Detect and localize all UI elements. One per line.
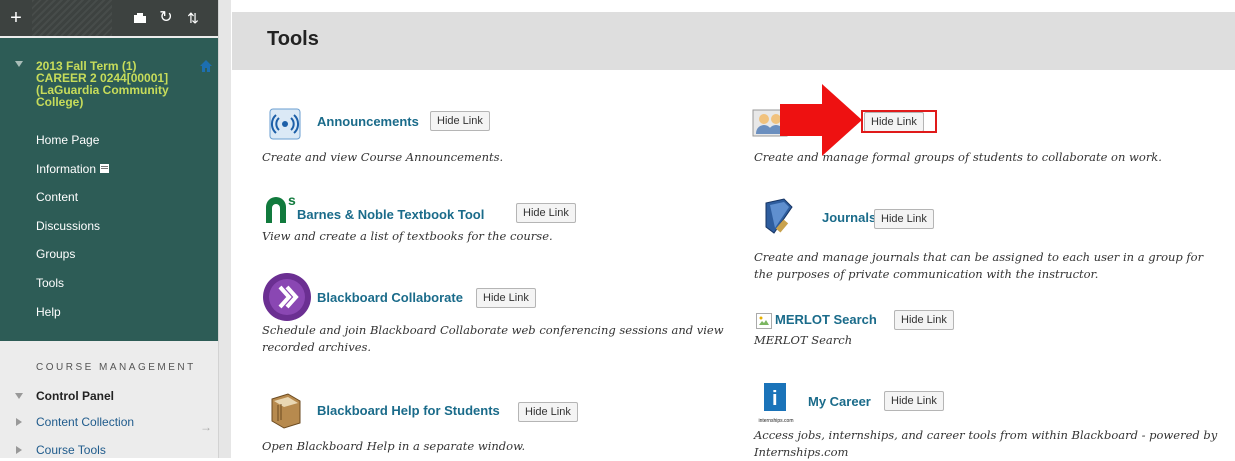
highlight-box	[861, 110, 937, 133]
help-book-icon[interactable]	[266, 391, 304, 434]
collaborate-link[interactable]: Blackboard Collaborate	[317, 290, 463, 305]
tool-description: Create and view Course Announcements.	[262, 150, 504, 164]
journals-link[interactable]: Journals	[822, 210, 876, 225]
barnes-noble-icon[interactable]: s	[262, 192, 298, 230]
expand-icon[interactable]	[15, 393, 23, 399]
add-icon[interactable]: +	[0, 0, 32, 36]
my-career-icon-caption: internships.com	[758, 418, 794, 424]
collapse-icon[interactable]	[15, 61, 23, 67]
content-folder-icon	[99, 163, 111, 174]
sidebar-item-help[interactable]: Help	[36, 304, 61, 320]
refresh-icon[interactable]: ↻	[153, 0, 179, 36]
tool-description: Open Blackboard Help in a separate windo…	[262, 439, 526, 453]
help-link[interactable]: Blackboard Help for Students	[317, 403, 500, 418]
svg-text:i: i	[772, 388, 778, 410]
course-title[interactable]: 2013 Fall Term (1) CAREER 2 0244[00001] …	[36, 60, 186, 108]
tool-description: Create and manage journals that can be a…	[754, 250, 1204, 281]
sidebar-item-label: Information	[36, 162, 97, 176]
hide-link-button[interactable]: Hide Link	[516, 203, 576, 223]
tool-description: Schedule and join Blackboard Collaborate…	[262, 323, 724, 354]
sort-icon[interactable]: ⇅	[179, 0, 207, 36]
sidebar-item-content[interactable]: Content	[36, 189, 78, 205]
sidebar-item-discussions[interactable]: Discussions	[36, 218, 100, 234]
hide-link-button[interactable]: Hide Link	[884, 391, 944, 411]
toolbar-pattern	[32, 0, 112, 36]
hide-link-button[interactable]: Hide Link	[874, 209, 934, 229]
sidebar-toolbar: + ↻ ⇅	[0, 0, 218, 36]
expand-icon[interactable]	[16, 418, 22, 426]
content-collection-link[interactable]: Content Collection	[36, 415, 134, 429]
broken-image-icon[interactable]	[756, 313, 772, 334]
hide-link-button[interactable]: Hide Link	[430, 111, 490, 131]
expand-icon[interactable]	[16, 446, 22, 454]
collaborate-icon[interactable]	[262, 272, 312, 327]
home-icon[interactable]	[199, 59, 213, 73]
folder-icon[interactable]	[127, 0, 153, 36]
merlot-search-link[interactable]: MERLOT Search	[775, 312, 877, 327]
announcement-icon[interactable]	[268, 107, 302, 146]
tool-description: Create and manage formal groups of stude…	[754, 150, 1162, 164]
sidebar-item-information[interactable]: Information	[36, 161, 111, 177]
tool-description: View and create a list of textbooks for …	[262, 229, 553, 243]
barnes-noble-link[interactable]: Barnes & Noble Textbook Tool	[297, 207, 484, 222]
arrow-right-icon: →	[200, 420, 212, 434]
announcements-link[interactable]: Announcements	[317, 114, 419, 129]
control-panel[interactable]: Control Panel	[36, 389, 114, 403]
journal-icon[interactable]	[762, 197, 798, 240]
course-management-header: COURSE MANAGEMENT	[36, 362, 196, 373]
hide-link-button[interactable]: Hide Link	[518, 402, 578, 422]
tool-description: Access jobs, internships, and career too…	[754, 428, 1218, 459]
page-header	[232, 12, 1235, 70]
page-title: Tools	[267, 28, 319, 50]
my-career-link[interactable]: My Career	[808, 394, 871, 409]
hide-link-button[interactable]: Hide Link	[894, 310, 954, 330]
my-career-icon[interactable]: i internships.com	[756, 383, 796, 424]
sidebar-item-groups[interactable]: Groups	[36, 246, 75, 262]
hide-link-button[interactable]: Hide Link	[476, 288, 536, 308]
sidebar-divider[interactable]	[218, 0, 231, 458]
sidebar-item-home-page[interactable]: Home Page	[36, 132, 99, 148]
course-tools-link[interactable]: Course Tools	[36, 443, 106, 457]
course-sidebar: + ↻ ⇅ 2013 Fall Term (1) CAREER 2 0244[0…	[0, 0, 218, 458]
sidebar-item-tools[interactable]: Tools	[36, 275, 64, 291]
tool-description: MERLOT Search	[754, 333, 853, 347]
svg-text:s: s	[288, 193, 296, 208]
